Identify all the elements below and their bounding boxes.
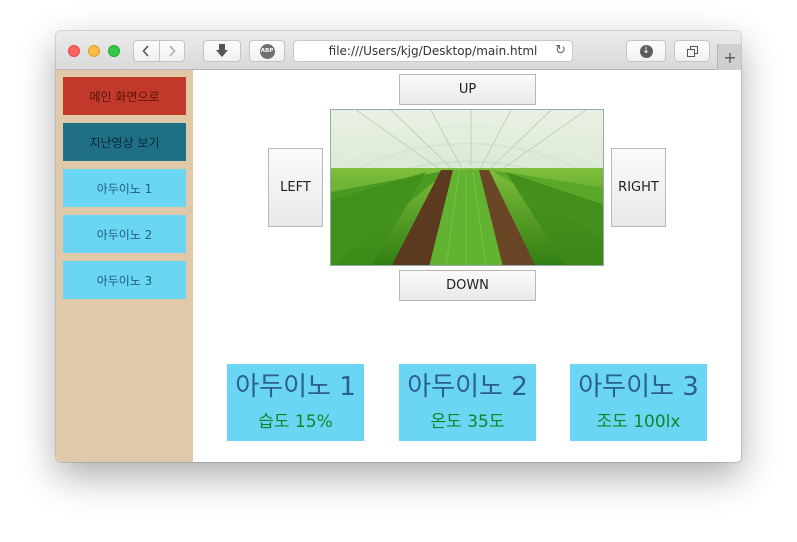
download-icon: ↓: [639, 44, 653, 58]
sensor-card-value: 온도 35도: [430, 412, 505, 433]
tab-overview-button[interactable]: [674, 40, 710, 62]
address-bar[interactable]: file:///Users/kjg/Desktop/main.html ↻: [293, 40, 573, 62]
sidebar-item-arduino-2[interactable]: 아두이노 2: [63, 215, 186, 253]
address-url: file:///Users/kjg/Desktop/main.html: [328, 44, 538, 58]
sensor-card-arduino-2: 아두이노 2 온도 35도: [399, 364, 536, 441]
downloads-button[interactable]: ↓: [626, 40, 666, 62]
sidebar-item-main[interactable]: 메인 화면으로: [63, 77, 186, 115]
chevron-right-icon: [169, 45, 176, 57]
camera-right-button[interactable]: RIGHT: [611, 148, 666, 227]
camera-down-button[interactable]: DOWN: [399, 270, 536, 301]
sidebar-item-past-videos[interactable]: 지난영상 보기: [63, 123, 186, 161]
sidebar-item-arduino-3[interactable]: 아두이노 3: [63, 261, 186, 299]
minimize-window-button[interactable]: [88, 45, 100, 57]
adblock-icon: ABP: [259, 43, 275, 59]
download-arrow-icon: [216, 44, 228, 57]
new-tab-button[interactable]: +: [717, 44, 741, 70]
page-content: 메인 화면으로 지난영상 보기 아두이노 1 아두이노 2 아두이노 3 UP …: [56, 70, 741, 462]
sensor-card-title: 아두이노 2: [407, 371, 528, 402]
camera-up-button[interactable]: UP: [399, 74, 536, 105]
browser-toolbar: ABP file:///Users/kjg/Desktop/main.html …: [56, 31, 741, 70]
forward-button[interactable]: [158, 41, 185, 61]
browser-window: ABP file:///Users/kjg/Desktop/main.html …: [56, 31, 741, 462]
download-page-button[interactable]: [203, 40, 241, 62]
sensor-card-title: 아두이노 3: [578, 371, 699, 402]
zoom-window-button[interactable]: [108, 45, 120, 57]
adblock-button[interactable]: ABP: [249, 40, 285, 62]
chevron-left-icon: [142, 45, 149, 57]
sidebar: 메인 화면으로 지난영상 보기 아두이노 1 아두이노 2 아두이노 3: [56, 70, 193, 462]
sensor-card-arduino-3: 아두이노 3 조도 100lx: [570, 364, 707, 441]
camera-left-button[interactable]: LEFT: [268, 148, 323, 227]
greenhouse-camera-image: [330, 109, 604, 266]
sensor-card-value: 조도 100lx: [596, 412, 681, 433]
plus-icon: +: [723, 47, 737, 67]
sidebar-item-arduino-1[interactable]: 아두이노 1: [63, 169, 186, 207]
history-nav: [133, 40, 185, 62]
sensor-card-arduino-1: 아두이노 1 습도 15%: [227, 364, 364, 441]
reload-icon[interactable]: ↻: [555, 43, 566, 58]
back-button[interactable]: [134, 41, 159, 61]
close-window-button[interactable]: [68, 45, 80, 57]
sensor-card-title: 아두이노 1: [235, 371, 356, 402]
sensor-card-value: 습도 15%: [258, 412, 333, 433]
tabs-overview-icon: [686, 45, 698, 57]
